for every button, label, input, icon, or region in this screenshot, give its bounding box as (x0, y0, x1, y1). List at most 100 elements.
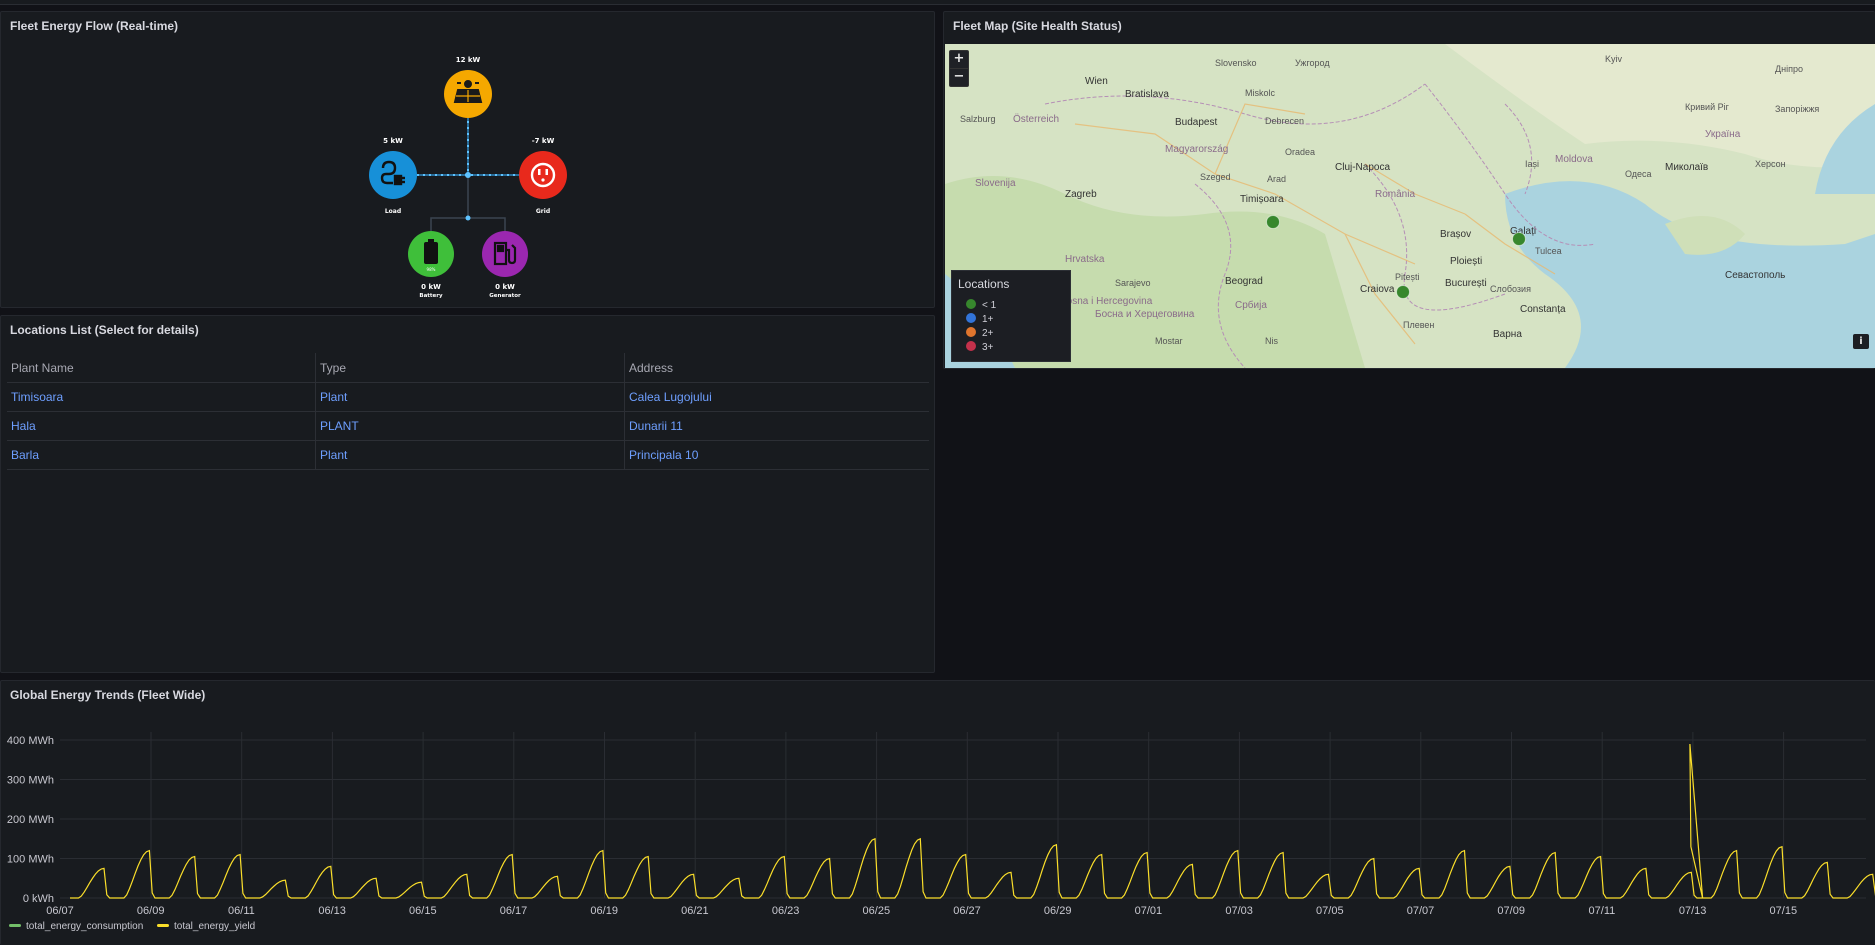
x-tick-label: 06/13 (318, 905, 346, 917)
legend-title: Locations (958, 277, 1010, 291)
x-tick-label: 06/29 (1044, 905, 1072, 917)
battery-pct: 98% (427, 267, 436, 272)
x-tick-label: 06/23 (772, 905, 800, 917)
legend-label: < 1 (982, 300, 997, 311)
legend-item: 1+ (966, 313, 993, 325)
plant-name-link[interactable]: Timisoara (11, 390, 63, 404)
map-markers (1266, 215, 1526, 299)
zoom-controls: + − (949, 50, 969, 87)
zoom-out-button[interactable]: − (950, 68, 968, 86)
energy-flow-panel: Fleet Energy Flow (Real-time) 12 kW 5 kW… (0, 11, 935, 308)
battery-value: 0 kW (421, 283, 441, 291)
x-tick-label: 06/09 (137, 905, 165, 917)
load-value: 5 kW (383, 137, 403, 145)
x-tick-label: 06/17 (500, 905, 528, 917)
x-tick-label: 07/13 (1679, 905, 1707, 917)
table-cell: Calea Lugojului (624, 382, 929, 412)
grid-circle (519, 151, 567, 199)
flow-junction (465, 172, 471, 178)
legend-label: total_energy_consumption (26, 921, 144, 932)
table-cell: Plant (315, 440, 625, 470)
legend-label: 1+ (982, 314, 994, 325)
x-tick-label: 06/11 (228, 905, 255, 917)
series-line-total-energy-yield (70, 743, 1875, 899)
x-tick-label: 07/11 (1589, 905, 1616, 917)
x-tick-label: 07/03 (1225, 905, 1253, 917)
energy-trends-chart[interactable]: 0 kWh100 MWh200 MWh300 MWh400 MWh 06/07 0… (0, 720, 1875, 925)
address-link[interactable]: Dunarii 11 (629, 419, 683, 433)
legend-swatch (966, 341, 976, 351)
site-marker-barla[interactable] (1396, 285, 1410, 299)
battery-label: Battery (419, 293, 443, 299)
map-legend: Locations < 1 1+ 2+ 3+ (951, 270, 1071, 362)
y-tick-label: 100 MWh (7, 854, 54, 866)
legend-swatch (966, 327, 976, 337)
x-tick-label: 06/15 (409, 905, 437, 917)
x-tick-label: 07/07 (1407, 905, 1435, 917)
locations-list-title: Locations List (Select for details) (10, 323, 199, 337)
load-circle (369, 151, 417, 199)
x-axis: 06/07 06/09 06/11 06/13 06/15 06/17 06/19 06/21… (46, 905, 1797, 917)
table-cell: Hala (7, 411, 316, 441)
table-row[interactable]: Timisoara Plant Calea Lugojului (7, 382, 929, 412)
grid-label: Grid (536, 208, 550, 215)
y-tick-label: 200 MWh (7, 814, 54, 826)
map-info-button[interactable]: i (1853, 334, 1869, 349)
y-tick-label: 300 MWh (7, 775, 54, 787)
table-cell: Dunarii 11 (624, 411, 929, 441)
x-tick-label: 06/27 (953, 905, 981, 917)
type-link[interactable]: Plant (320, 448, 347, 462)
energy-flow-diagram: 12 kW 5 kW Load -7 kW Grid 98% 0 kW Batt… (369, 56, 567, 299)
legend-item-consumption[interactable]: total_energy_consumption (9, 921, 143, 932)
column-header-type[interactable]: Type (315, 353, 625, 383)
energy-trends-title: Global Energy Trends (Fleet Wide) (10, 688, 206, 702)
address-link[interactable]: Calea Lugojului (629, 390, 712, 404)
legend-label: 3+ (982, 342, 994, 353)
y-axis: 0 kWh 100 MWh 200 MWh 300 MWh 400 MWh (7, 735, 54, 905)
flow-junction-lower (465, 215, 471, 221)
battery-icon (424, 239, 438, 264)
legend-swatch (9, 924, 21, 927)
legend-item: 2+ (966, 327, 993, 339)
generator-label: Generator (489, 293, 521, 299)
table-cell: Barla (7, 440, 316, 470)
legend-swatch (157, 924, 169, 927)
legend-label: total_energy_yield (174, 921, 256, 932)
table-cell: PLANT (315, 411, 625, 441)
legend-item: 3+ (966, 341, 993, 353)
zoom-in-button[interactable]: + (950, 51, 968, 68)
table-row[interactable]: Hala PLANT Dunarii 11 (7, 411, 929, 441)
type-link[interactable]: PLANT (320, 419, 359, 433)
column-header-plant-name[interactable]: Plant Name (7, 353, 316, 383)
table-cell: Timisoara (7, 382, 316, 412)
solar-value: 12 kW (456, 56, 481, 64)
table-cell: Principala 10 (624, 440, 929, 470)
x-tick-label: 07/01 (1135, 905, 1163, 917)
locations-table: Plant Name Type Address Timisoara Plant … (7, 353, 929, 470)
table-header-row: Plant Name Type Address (7, 353, 929, 383)
fleet-map-title: Fleet Map (Site Health Status) (953, 19, 1122, 33)
load-node[interactable]: 5 kW Load (369, 137, 417, 215)
column-header-address[interactable]: Address (624, 353, 929, 383)
legend-label: 2+ (982, 328, 994, 339)
site-marker-galati[interactable] (1512, 232, 1526, 246)
y-tick-label: 0 kWh (23, 893, 54, 905)
fleet-map[interactable]: Slovensko Wien Bratislava Salzburg Öster… (945, 44, 1875, 368)
battery-node[interactable]: 98% 0 kW Battery (408, 231, 454, 299)
type-link[interactable]: Plant (320, 390, 347, 404)
legend-swatch (966, 299, 976, 309)
plant-name-link[interactable]: Hala (11, 419, 36, 433)
site-marker-timisoara[interactable] (1266, 215, 1280, 229)
generator-value: 0 kW (495, 283, 515, 291)
x-tick-label: 07/15 (1770, 905, 1798, 917)
generator-node[interactable]: 0 kW Generator (482, 231, 528, 299)
solar-node[interactable]: 12 kW (444, 56, 492, 118)
grid-node[interactable]: -7 kW Grid (519, 137, 567, 215)
table-row[interactable]: Barla Plant Principala 10 (7, 440, 929, 470)
load-label: Load (385, 208, 401, 215)
legend-item: < 1 (966, 299, 996, 311)
plant-name-link[interactable]: Barla (11, 448, 39, 462)
legend-item-yield[interactable]: total_energy_yield (157, 921, 255, 932)
x-tick-label: 06/07 (46, 905, 74, 917)
address-link[interactable]: Principala 10 (629, 448, 698, 462)
